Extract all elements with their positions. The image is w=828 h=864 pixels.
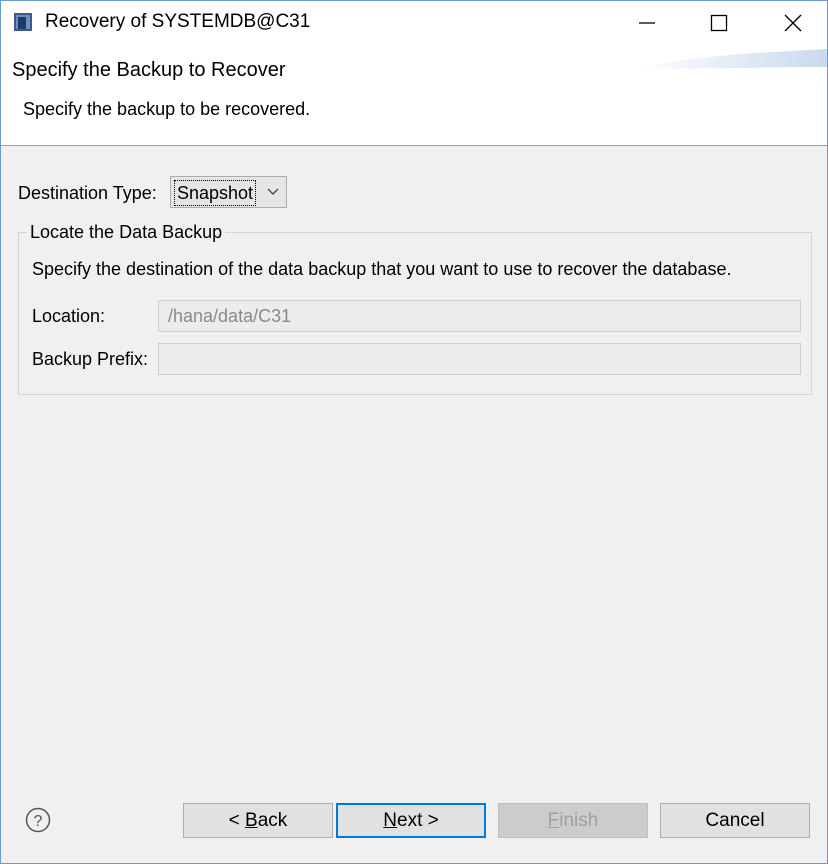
minimize-icon	[639, 22, 655, 24]
title-bar: Recovery of SYSTEMDB@C31	[1, 1, 827, 45]
finish-button-label: inish	[559, 810, 599, 831]
wizard-footer: ? < Back Next > Finish Cancel	[1, 787, 827, 863]
group-legend: Locate the Data Backup	[27, 222, 226, 243]
question-circle-icon[interactable]: ?	[25, 807, 51, 833]
wizard-content: Destination Type: Snapshot Locate the Da…	[1, 146, 827, 786]
close-button[interactable]	[765, 1, 821, 45]
maximize-button[interactable]	[691, 1, 747, 45]
backup-prefix-label: Backup Prefix:	[32, 349, 149, 369]
cancel-button[interactable]: Cancel	[660, 803, 810, 838]
recovery-dialog-window: Recovery of SYSTEMDB@C31 Specify the Bac…	[0, 0, 828, 864]
page-description: Specify the backup to be recovered.	[23, 99, 311, 119]
group-description: Specify the destination of the data back…	[32, 259, 732, 279]
svg-text:?: ?	[34, 813, 43, 830]
next-button[interactable]: Next >	[336, 803, 486, 838]
back-button-label: ack	[257, 810, 288, 831]
next-button-label: ext >	[397, 810, 439, 831]
wizard-header: Specify the Backup to Recover Specify th…	[1, 45, 827, 146]
location-label: Location:	[32, 306, 106, 326]
next-button-mnemonic: N	[383, 810, 397, 831]
sap-hana-app-icon	[14, 13, 32, 31]
close-icon	[784, 14, 802, 32]
page-title: Specify the Backup to Recover	[12, 59, 286, 81]
destination-type-label: Destination Type:	[18, 183, 157, 203]
window-title: Recovery of SYSTEMDB@C31	[45, 11, 311, 32]
minimize-button[interactable]	[619, 1, 675, 45]
header-banner-graphic	[637, 49, 827, 69]
destination-type-value: Snapshot	[174, 180, 257, 206]
chevron-down-icon	[267, 188, 279, 195]
back-button-prefix: <	[228, 810, 246, 831]
back-button[interactable]: < Back	[183, 803, 333, 838]
finish-button[interactable]: Finish	[498, 803, 648, 838]
maximize-icon	[710, 14, 728, 32]
locate-data-backup-group: Locate the Data Backup Specify the desti…	[18, 222, 812, 395]
location-field[interactable]: /hana/data/C31	[158, 300, 801, 332]
backup-prefix-field[interactable]	[158, 343, 801, 375]
destination-type-dropdown[interactable]: Snapshot	[170, 176, 287, 208]
back-button-mnemonic: B	[245, 810, 258, 831]
finish-button-mnemonic: F	[547, 810, 560, 831]
